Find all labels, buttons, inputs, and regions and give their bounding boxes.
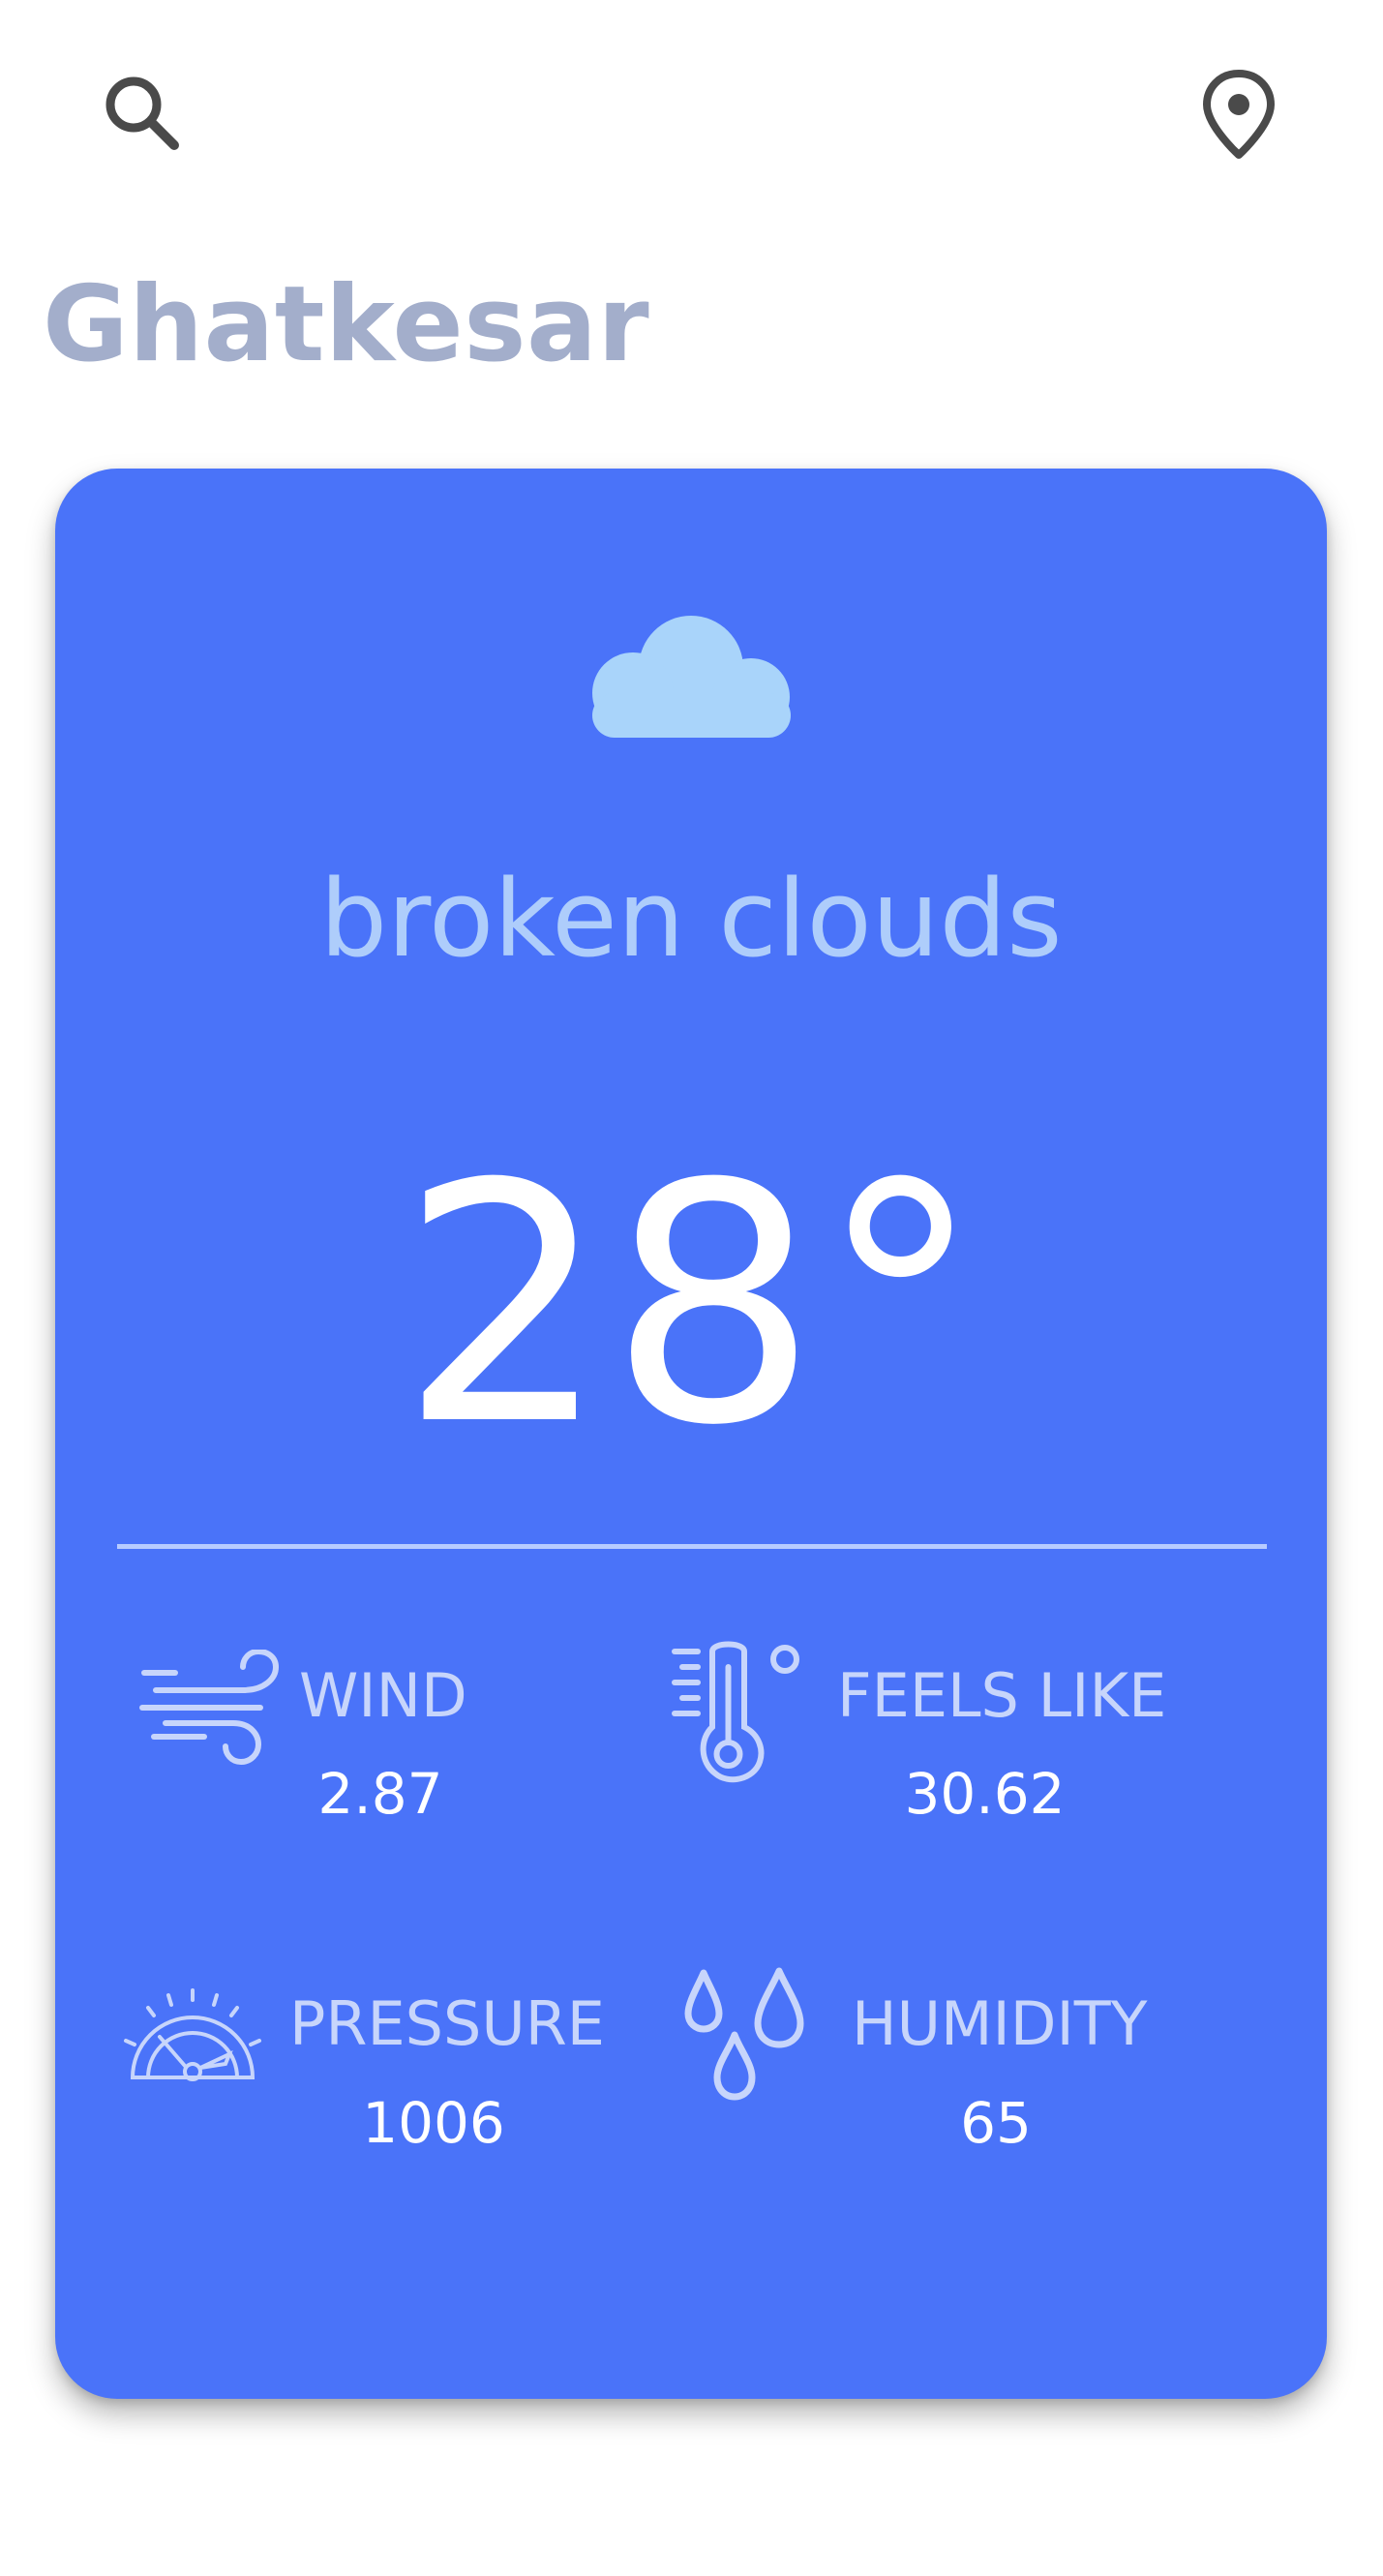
search-icon[interactable] [97,68,184,155]
feels-like-label: FEELS LIKE [837,1660,1167,1731]
wind-icon [139,1650,280,1766]
city-name: Ghatkesar [43,264,650,385]
wind-value: 2.87 [317,1761,443,1827]
location-pin-icon[interactable] [1195,66,1282,163]
thermometer-icon [672,1641,799,1783]
weather-description: broken clouds [319,857,1063,981]
wind-label: WIND [299,1660,467,1731]
weather-card: broken clouds 28° WIND 2.87 FEELS LIKE 3… [55,469,1327,2399]
temperature: 28° [399,1114,983,1498]
feels-like-value: 30.62 [904,1761,1066,1827]
humidity-label: HUMIDITY [852,1988,1148,2059]
humidity-value: 65 [960,2090,1032,2156]
cloud-icon [592,616,791,738]
pressure-label: PRESSURE [289,1988,605,2059]
divider [117,1544,1267,1549]
gauge-icon [124,1988,261,2081]
water-drops-icon [684,1967,804,2101]
pressure-value: 1006 [362,2090,505,2156]
